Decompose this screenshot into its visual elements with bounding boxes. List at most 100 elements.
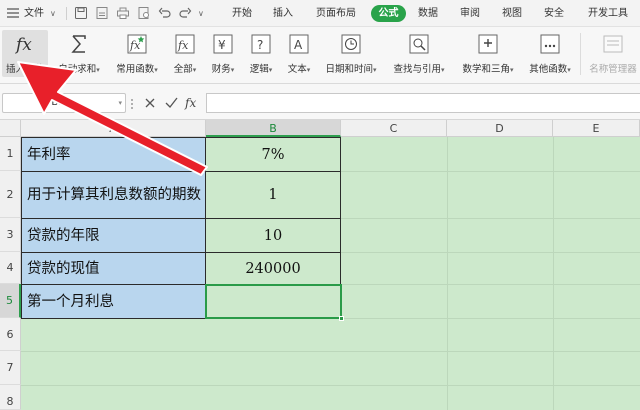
lookup-reference-button[interactable]: 查找与引用▾ xyxy=(388,30,450,77)
text-a-icon: A xyxy=(288,33,310,55)
sigma-icon xyxy=(68,33,90,55)
divider xyxy=(66,7,67,20)
export-icon[interactable] xyxy=(95,6,109,20)
spreadsheet-grid: A B C D E 1 2 3 4 5 6 7 8 年利率 用于计算其利息数额的… xyxy=(0,120,640,410)
dropdown-arrow-icon: ▾ xyxy=(230,66,235,74)
file-menu[interactable]: 文件 xyxy=(24,0,44,27)
cell-b1[interactable]: 7% xyxy=(206,137,341,172)
row-header-4[interactable]: 4 xyxy=(0,252,21,284)
formula-input[interactable] xyxy=(206,93,640,113)
cell-b4[interactable]: 240000 xyxy=(206,252,341,285)
tab-data[interactable]: 数据 xyxy=(418,0,438,27)
fx-icon: fx xyxy=(14,33,36,55)
ribbon-label: 财务 xyxy=(211,64,231,75)
search-book-icon xyxy=(408,33,430,55)
row-header-5[interactable]: 5 xyxy=(0,284,21,318)
gridline xyxy=(21,385,640,386)
print-icon[interactable] xyxy=(116,6,130,20)
ribbon-label: 逻辑 xyxy=(249,64,269,75)
undo-icon[interactable] xyxy=(158,6,172,20)
row-header-8[interactable]: 8 xyxy=(0,385,21,410)
menu-bar: 文件 ∨ ∨ 开始 插入 页面布局 公式 数据 审阅 视图 安全 开发工具 xyxy=(0,0,640,27)
name-box[interactable]: B5 ▾ xyxy=(2,93,126,113)
row-header-2[interactable]: 2 xyxy=(0,171,21,218)
dropdown-arrow-icon: ▾ xyxy=(441,66,445,74)
tab-home[interactable]: 开始 xyxy=(232,0,252,27)
dropdown-arrow-icon: ▾ xyxy=(192,66,197,74)
cell-a5[interactable]: 第一个月利息 xyxy=(21,284,206,319)
save-icon[interactable] xyxy=(74,6,88,20)
column-header-d[interactable]: D xyxy=(447,120,553,137)
redo-icon[interactable] xyxy=(178,6,192,20)
date-time-button[interactable]: 日期和时间▾ xyxy=(320,30,382,77)
cell-a4[interactable]: 贷款的现值 xyxy=(21,252,206,285)
cell-b3[interactable]: 10 xyxy=(206,218,341,253)
cell-a3[interactable]: 贷款的年限 xyxy=(21,218,206,253)
ribbon-label: 查找与引用 xyxy=(393,64,441,75)
dropdown-arrow-icon: ▾ xyxy=(96,66,100,74)
hamburger-menu-icon[interactable] xyxy=(6,6,20,20)
row-header-3[interactable]: 3 xyxy=(0,218,21,252)
name-manager-icon xyxy=(602,33,624,55)
name-manager-button[interactable]: 名称管理器 xyxy=(586,30,640,77)
cell-a2[interactable]: 用于计算其利息数额的期数 xyxy=(21,171,206,219)
ribbon-label: 全部 xyxy=(173,64,193,75)
all-fx-icon: fx xyxy=(174,33,196,55)
resize-handle-icon[interactable] xyxy=(130,94,134,112)
tab-formulas[interactable]: 公式 xyxy=(371,5,406,22)
column-header-b[interactable]: B xyxy=(206,120,341,137)
ribbon-label: 常用函数 xyxy=(116,64,155,75)
ribbon-label: 名称管理器 xyxy=(589,64,637,75)
dropdown-arrow-icon: ▾ xyxy=(567,66,571,74)
more-functions-icon xyxy=(539,33,561,55)
tab-insert[interactable]: 插入 xyxy=(273,0,293,27)
column-header-c[interactable]: C xyxy=(341,120,447,137)
gridline xyxy=(553,137,554,410)
cell-b5-selected[interactable] xyxy=(205,284,342,319)
common-functions-button[interactable]: fx 常用函数▾ xyxy=(110,30,164,77)
cancel-icon[interactable] xyxy=(143,94,157,112)
chevron-down-icon[interactable]: ▾ xyxy=(118,99,122,107)
financial-button[interactable]: ¥ 财务▾ xyxy=(206,30,240,77)
column-header-e[interactable]: E xyxy=(553,120,640,137)
more-functions-button[interactable]: 其他函数▾ xyxy=(524,30,576,77)
question-icon: ? xyxy=(250,33,272,55)
svg-text:¥: ¥ xyxy=(218,38,226,52)
column-header-a[interactable]: A xyxy=(21,120,206,137)
tab-developer[interactable]: 开发工具 xyxy=(588,0,628,27)
tab-security[interactable]: 安全 xyxy=(544,0,564,27)
chevron-down-icon[interactable]: ∨ xyxy=(198,0,204,27)
math-icon xyxy=(477,33,499,55)
select-all-corner[interactable] xyxy=(0,120,21,137)
all-functions-button[interactable]: fx 全部▾ xyxy=(168,30,202,77)
gridline xyxy=(447,137,448,410)
ribbon-label: 自动求和 xyxy=(58,64,97,75)
svg-text:fx: fx xyxy=(177,39,189,52)
gridline xyxy=(21,351,640,352)
dropdown-arrow-icon: ▾ xyxy=(306,66,311,74)
cell-a1[interactable]: 年利率 xyxy=(21,137,206,172)
row-header-6[interactable]: 6 xyxy=(0,318,21,351)
cell-b2[interactable]: 1 xyxy=(206,171,341,219)
row-header-1[interactable]: 1 xyxy=(0,137,21,171)
print-preview-icon[interactable] xyxy=(137,6,151,20)
insert-function-button[interactable]: fx 插入函数 xyxy=(2,30,48,77)
tab-page-layout[interactable]: 页面布局 xyxy=(316,0,356,27)
svg-text:A: A xyxy=(294,38,303,52)
name-box-value: B5 xyxy=(51,97,65,108)
math-trig-button[interactable]: 数学和三角▾ xyxy=(456,30,520,77)
autosum-button[interactable]: 自动求和▾ xyxy=(54,30,104,77)
logical-button[interactable]: ? 逻辑▾ xyxy=(244,30,278,77)
chevron-down-icon[interactable]: ∨ xyxy=(50,0,56,27)
confirm-icon[interactable] xyxy=(164,94,178,112)
dropdown-arrow-icon: ▾ xyxy=(510,66,514,74)
ribbon-label: 文本 xyxy=(287,64,307,75)
fx-icon[interactable]: fx xyxy=(185,94,196,112)
row-header-7[interactable]: 7 xyxy=(0,351,21,385)
fill-handle[interactable] xyxy=(339,316,344,321)
tab-review[interactable]: 审阅 xyxy=(460,0,480,27)
text-functions-button[interactable]: A 文本▾ xyxy=(282,30,316,77)
svg-text:fx: fx xyxy=(14,35,32,55)
tab-view[interactable]: 视图 xyxy=(502,0,522,27)
ribbon-label: 日期和时间 xyxy=(325,64,373,75)
